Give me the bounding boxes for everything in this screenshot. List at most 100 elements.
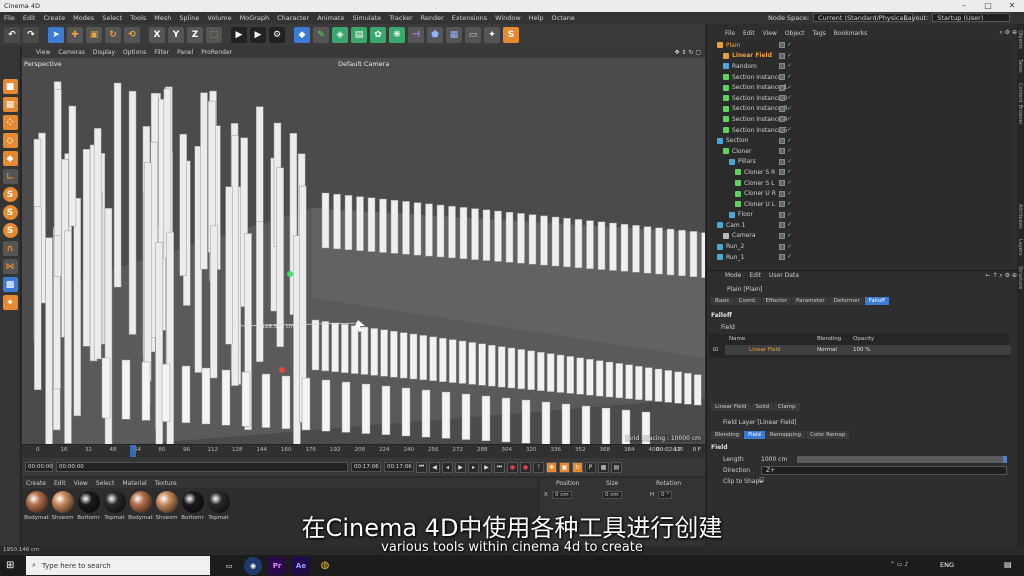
menu-select[interactable]: Select (102, 14, 122, 22)
render-picture-viewer-icon[interactable]: ▶ (250, 27, 266, 43)
object-name[interactable]: Cloner U L (744, 201, 775, 208)
mat-menu-select[interactable]: Select (96, 480, 115, 487)
move-tool-icon[interactable]: ✚ (67, 27, 83, 43)
coord-x-size[interactable]: 0 cm (600, 491, 622, 499)
clamp-button[interactable]: Clamp (773, 403, 800, 411)
minimize-icon[interactable]: – (952, 0, 976, 12)
viewport-menu-options[interactable]: Options (123, 49, 146, 56)
tab-falloff[interactable]: Falloff (864, 297, 889, 305)
visibility-flags[interactable]: ✓ (779, 232, 792, 239)
viewport-nav-icons[interactable]: ✥ ⇕ ↻ ▢ (675, 49, 701, 56)
visibility-flags[interactable]: ✓ (779, 127, 792, 134)
octane-material-icon[interactable]: S (2, 205, 18, 220)
axis-z-icon[interactable]: Z (187, 27, 203, 43)
menu-character[interactable]: Character (277, 14, 309, 22)
notifications-icon[interactable]: ▤ (1004, 560, 1012, 569)
object-row[interactable]: Section Instance.1 ✓ (711, 82, 1011, 93)
object-row[interactable]: Section ✓ (711, 135, 1011, 146)
visibility-flags[interactable]: ✓ (779, 148, 792, 155)
cube-icon[interactable]: ◆ (294, 27, 310, 43)
axis-y-icon[interactable]: Y (168, 27, 184, 43)
side-tab-takes[interactable]: Takes (1017, 59, 1023, 73)
object-name[interactable]: Linear Field (732, 52, 772, 59)
menu-modes[interactable]: Modes (73, 14, 94, 22)
side-tab-objects[interactable]: Objects (1017, 30, 1023, 49)
record-icon[interactable]: ● (507, 461, 518, 473)
polygons-mode-icon[interactable]: ◆ (2, 151, 18, 166)
mat-menu-create[interactable]: Create (26, 480, 46, 487)
pen-icon[interactable]: ✎ (313, 27, 329, 43)
length-value[interactable]: 1000 cm (761, 456, 787, 463)
visibility-flags[interactable]: ✓ (779, 158, 792, 165)
min-time-field[interactable]: 00:00:00 (56, 462, 348, 472)
key-pla-icon[interactable]: ▦ (598, 461, 609, 473)
axis-x-icon[interactable]: X (149, 27, 165, 43)
side-tab-attributes[interactable]: Attributes (1017, 204, 1023, 229)
render-view-icon[interactable]: ▶ (231, 27, 247, 43)
field-row-blending[interactable]: Normal (817, 347, 837, 353)
mat-menu-edit[interactable]: Edit (54, 480, 66, 487)
obj-menu-view[interactable]: View (763, 30, 777, 37)
language-indicator[interactable]: ENG (940, 561, 954, 569)
obj-menu-edit[interactable]: Edit (743, 30, 755, 37)
octane-settings-icon[interactable]: S (2, 223, 18, 238)
field-row-name[interactable]: Linear Field (749, 347, 781, 353)
menu-tracker[interactable]: Tracker (389, 14, 412, 22)
object-row[interactable]: Cloner S L ✓ (711, 178, 1011, 189)
tab-effector[interactable]: Effector (761, 297, 792, 305)
object-row[interactable]: Floor ✓ (711, 210, 1011, 221)
prev-frame-icon[interactable]: ◂ (442, 461, 453, 473)
visibility-flags[interactable]: ✓ (779, 180, 792, 187)
key-scale-icon[interactable]: ▣ (559, 461, 570, 473)
object-row[interactable]: Cloner U R ✓ (711, 188, 1011, 199)
coord-h-rotation[interactable]: 0 ° (656, 491, 672, 499)
menu-edit[interactable]: Edit (23, 14, 36, 22)
object-row[interactable]: Cam 1 ✓ (711, 220, 1011, 231)
cinema4d-taskbar-icon[interactable]: ◉ (244, 556, 262, 575)
points-mode-icon[interactable]: ⁘ (2, 115, 18, 130)
tab-coord[interactable]: Coord. (734, 297, 761, 305)
mat-menu-texture[interactable]: Texture (155, 480, 177, 487)
menu-create[interactable]: Create (43, 14, 65, 22)
redo-icon[interactable]: ↷ (23, 27, 39, 43)
object-row[interactable]: Cloner S R ✓ (711, 167, 1011, 178)
field-row-opacity[interactable]: 100 % (853, 347, 870, 353)
current-frame-field[interactable]: 0 F (693, 447, 701, 453)
visibility-flags[interactable]: ✓ (779, 42, 792, 49)
menu-file[interactable]: File (4, 14, 15, 22)
magnet-icon[interactable]: ∩ (2, 241, 18, 256)
object-row[interactable]: Random ✓ (711, 61, 1011, 72)
menu-animate[interactable]: Animate (317, 14, 344, 22)
visibility-flags[interactable]: ✓ (779, 52, 792, 59)
side-tab-structure[interactable]: Structure (1017, 266, 1023, 289)
obj-menu-tags[interactable]: Tags (812, 30, 825, 37)
octane-icon[interactable]: S (503, 27, 519, 43)
undo-icon[interactable]: ↶ (4, 27, 20, 43)
menu-tools[interactable]: Tools (130, 14, 146, 22)
mat-menu-view[interactable]: View (74, 480, 88, 487)
node-space-select[interactable]: Current (Standard/Physical) (813, 13, 913, 22)
visibility-flags[interactable]: ✓ (779, 211, 792, 218)
timeline-playhead[interactable] (130, 445, 136, 457)
render-settings-icon[interactable]: ⚙ (269, 27, 285, 43)
floor-icon[interactable]: ▦ (446, 27, 462, 43)
viewport-camera-label[interactable]: Default Camera (338, 60, 389, 68)
layout-select[interactable]: Startup (User) (932, 13, 1011, 22)
object-row[interactable]: Section Instance.4 ✓ (711, 114, 1011, 125)
object-name[interactable]: Random (732, 63, 757, 70)
visibility-flags[interactable]: ✓ (779, 222, 792, 229)
viewport-menu-filter[interactable]: Filter (154, 49, 169, 56)
extrude-icon[interactable]: ▤ (351, 27, 367, 43)
visibility-flags[interactable]: ✓ (779, 105, 792, 112)
obj-menu-file[interactable]: File (725, 30, 735, 37)
menu-spline[interactable]: Spline (179, 14, 199, 22)
object-row[interactable]: Cloner ✓ (711, 146, 1011, 157)
tab-deformer[interactable]: Deformer (829, 297, 864, 305)
max-time-field[interactable]: 00:17:06 (384, 462, 414, 472)
object-row[interactable]: Camera ✓ (711, 231, 1011, 242)
tray-icons[interactable]: ⌃ ▭ ♪ (890, 561, 908, 568)
object-row[interactable]: Run_2 ✓ (711, 241, 1011, 252)
play-icon[interactable]: ▶ (455, 461, 466, 473)
visibility-flags[interactable]: ✓ (779, 84, 792, 91)
length-slider-knob[interactable] (1003, 456, 1007, 463)
